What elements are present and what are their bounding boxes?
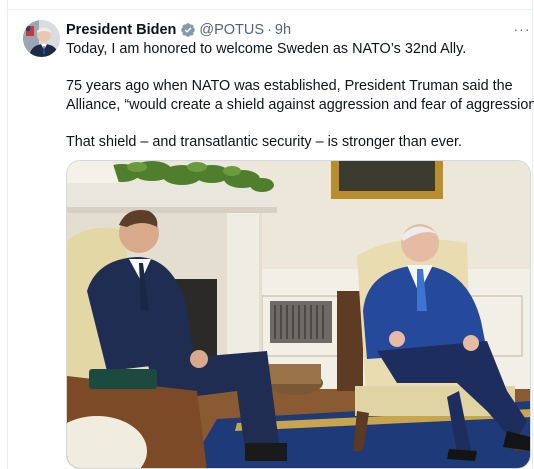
right-border — [532, 0, 533, 469]
avatar[interactable] — [23, 20, 60, 57]
timestamp[interactable]: 9h — [275, 22, 291, 38]
tweet[interactable]: President Biden @POTUS · 9h ··· Today, I… — [8, 10, 534, 469]
tweet-paragraph-3: That shield – and transatlantic security… — [66, 133, 462, 150]
tweet-photo[interactable] — [66, 160, 531, 469]
display-name[interactable]: President Biden — [66, 22, 176, 38]
tweet-line: Alliance, “would create a shield against… — [66, 96, 534, 113]
handle[interactable]: @POTUS — [199, 22, 264, 38]
tweet-line: 75 years ago when NATO was established, … — [66, 78, 513, 94]
tweet-paragraph-1: Today, I am honored to welcome Sweden as… — [66, 41, 467, 57]
tweet-header: President Biden @POTUS · 9h — [66, 20, 291, 40]
more-options-icon[interactable]: ··· — [513, 22, 531, 36]
verified-badge-icon — [181, 23, 196, 37]
separator-dot: · — [267, 22, 272, 38]
tweet-text: Today, I am honored to welcome Sweden as… — [66, 40, 534, 151]
photo-image — [67, 161, 530, 468]
tweet-paragraph-2: 75 years ago when NATO was established, … — [66, 77, 534, 114]
